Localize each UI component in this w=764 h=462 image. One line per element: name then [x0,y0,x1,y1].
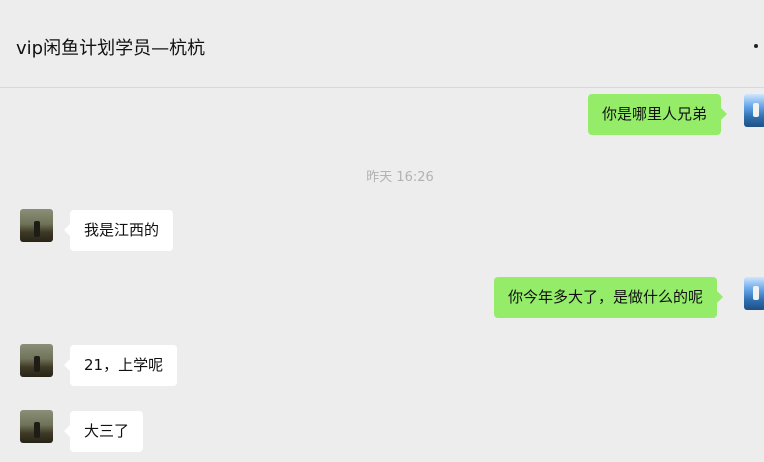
message-bubble-received[interactable]: 大三了 [63,411,144,452]
message-bubble-received[interactable]: 21，上学呢 [63,345,178,386]
contact-avatar[interactable] [20,344,53,377]
chat-title: vip闲鱼计划学员—杭杭 [16,38,206,59]
my-avatar[interactable] [744,94,764,127]
contact-avatar[interactable] [20,410,53,443]
message-bubble-received[interactable]: 我是江西的 [63,210,174,251]
message-timestamp: 昨天 16:26 [366,170,434,185]
more-dots-icon[interactable] [754,44,758,48]
message-bubble-sent[interactable]: 你今年多大了，是做什么的呢 [494,277,724,318]
chat-header: vip闲鱼计划学员—杭杭 [0,0,764,88]
contact-avatar[interactable] [20,209,53,242]
my-avatar[interactable] [744,277,764,310]
message-bubble-sent[interactable]: 你是哪里人兄弟 [588,94,728,135]
